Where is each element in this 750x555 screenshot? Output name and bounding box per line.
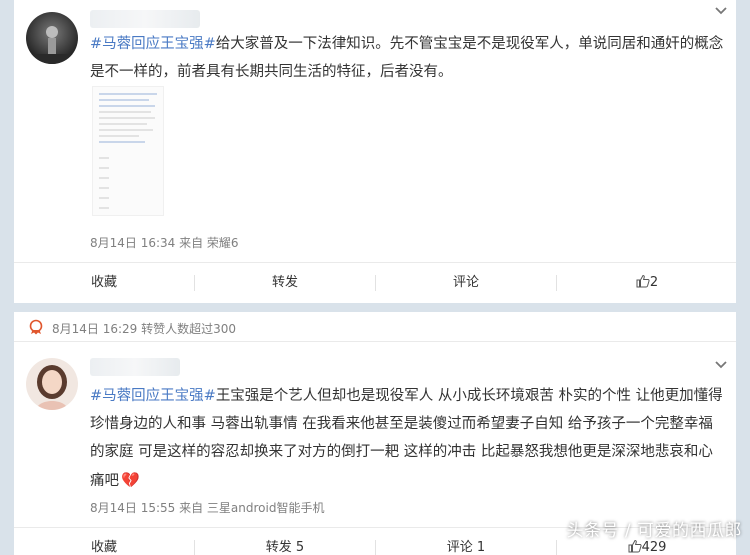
post-text-line: 珍惜身边的人和事 马蓉出轨事情 在我看来他甚至是装傻过而希望妻子自知 给予孩子一… [90, 416, 713, 432]
hashtag-link[interactable]: #马蓉回应王宝强# [90, 36, 216, 52]
hashtag-link[interactable]: #马蓉回应王宝强# [90, 388, 216, 404]
post-text: #马蓉回应王宝强#王宝强是个艺人但却也是现役军人 从小成长环境艰苦 朴实的个性 … [90, 382, 736, 495]
action-bar: 收藏 转发 评论 2 [14, 262, 736, 302]
like-button[interactable]: 2 [557, 263, 737, 303]
comment-button[interactable]: 评论 1 [376, 528, 556, 555]
repost-button[interactable]: 转发 5 [195, 528, 375, 555]
weibo-post-card: #马蓉回应王宝强#给大家普及一下法律知识。先不管宝宝是不是现役军人，单说同居和通… [14, 0, 736, 303]
post-meta[interactable]: 8月14日 16:34 来自 荣耀6 [90, 234, 239, 251]
username-redacted[interactable] [90, 10, 200, 28]
collect-button[interactable]: 收藏 [14, 528, 194, 555]
like-count: 2 [649, 275, 659, 290]
chevron-down-icon[interactable] [714, 358, 728, 376]
post-meta[interactable]: 8月14日 15:55 来自 三星android智能手机 [90, 499, 324, 516]
collect-button[interactable]: 收藏 [14, 263, 194, 303]
broken-heart-emoji: 💔 [121, 471, 140, 489]
post-text-line: 痛吧 [90, 473, 119, 489]
post-text-line: 给大家普及一下法律知识。先不管宝宝是不是现役军人，单说同居和通奸的概念 [215, 36, 724, 52]
comment-button[interactable]: 评论 [376, 263, 556, 303]
post-text-line: 的家庭 可是这样的容忍却换来了对方的倒打一耙 这样的冲击 比起暴怒我想他更是深深… [90, 444, 713, 460]
post-text-line: 王宝强是个艺人但却也是现役军人 从小成长环境艰苦 朴实的个性 让他更加懂得 [215, 388, 723, 404]
thumbs-up-icon [636, 265, 650, 305]
username-redacted[interactable] [90, 358, 180, 376]
user-avatar[interactable] [26, 12, 78, 64]
repost-button[interactable]: 转发 [195, 263, 375, 303]
post-image-thumbnail[interactable] [92, 86, 164, 216]
chevron-down-icon[interactable] [714, 4, 728, 22]
user-avatar[interactable] [26, 358, 78, 410]
hot-badge-icon [28, 319, 44, 339]
repost-header-meta: 8月14日 16:29 转赞人数超过300 [52, 322, 237, 336]
watermark: 头条号 / 可爱的西瓜郎 [566, 521, 742, 541]
post-text: #马蓉回应王宝强#给大家普及一下法律知识。先不管宝宝是不是现役军人，单说同居和通… [90, 30, 730, 86]
like-count: 429 [641, 540, 667, 555]
post-header-bar: 8月14日 16:29 转赞人数超过300 [14, 312, 736, 342]
post-text-line: 是不一样的，前者具有长期共同生活的特征，后者没有。 [90, 64, 453, 80]
